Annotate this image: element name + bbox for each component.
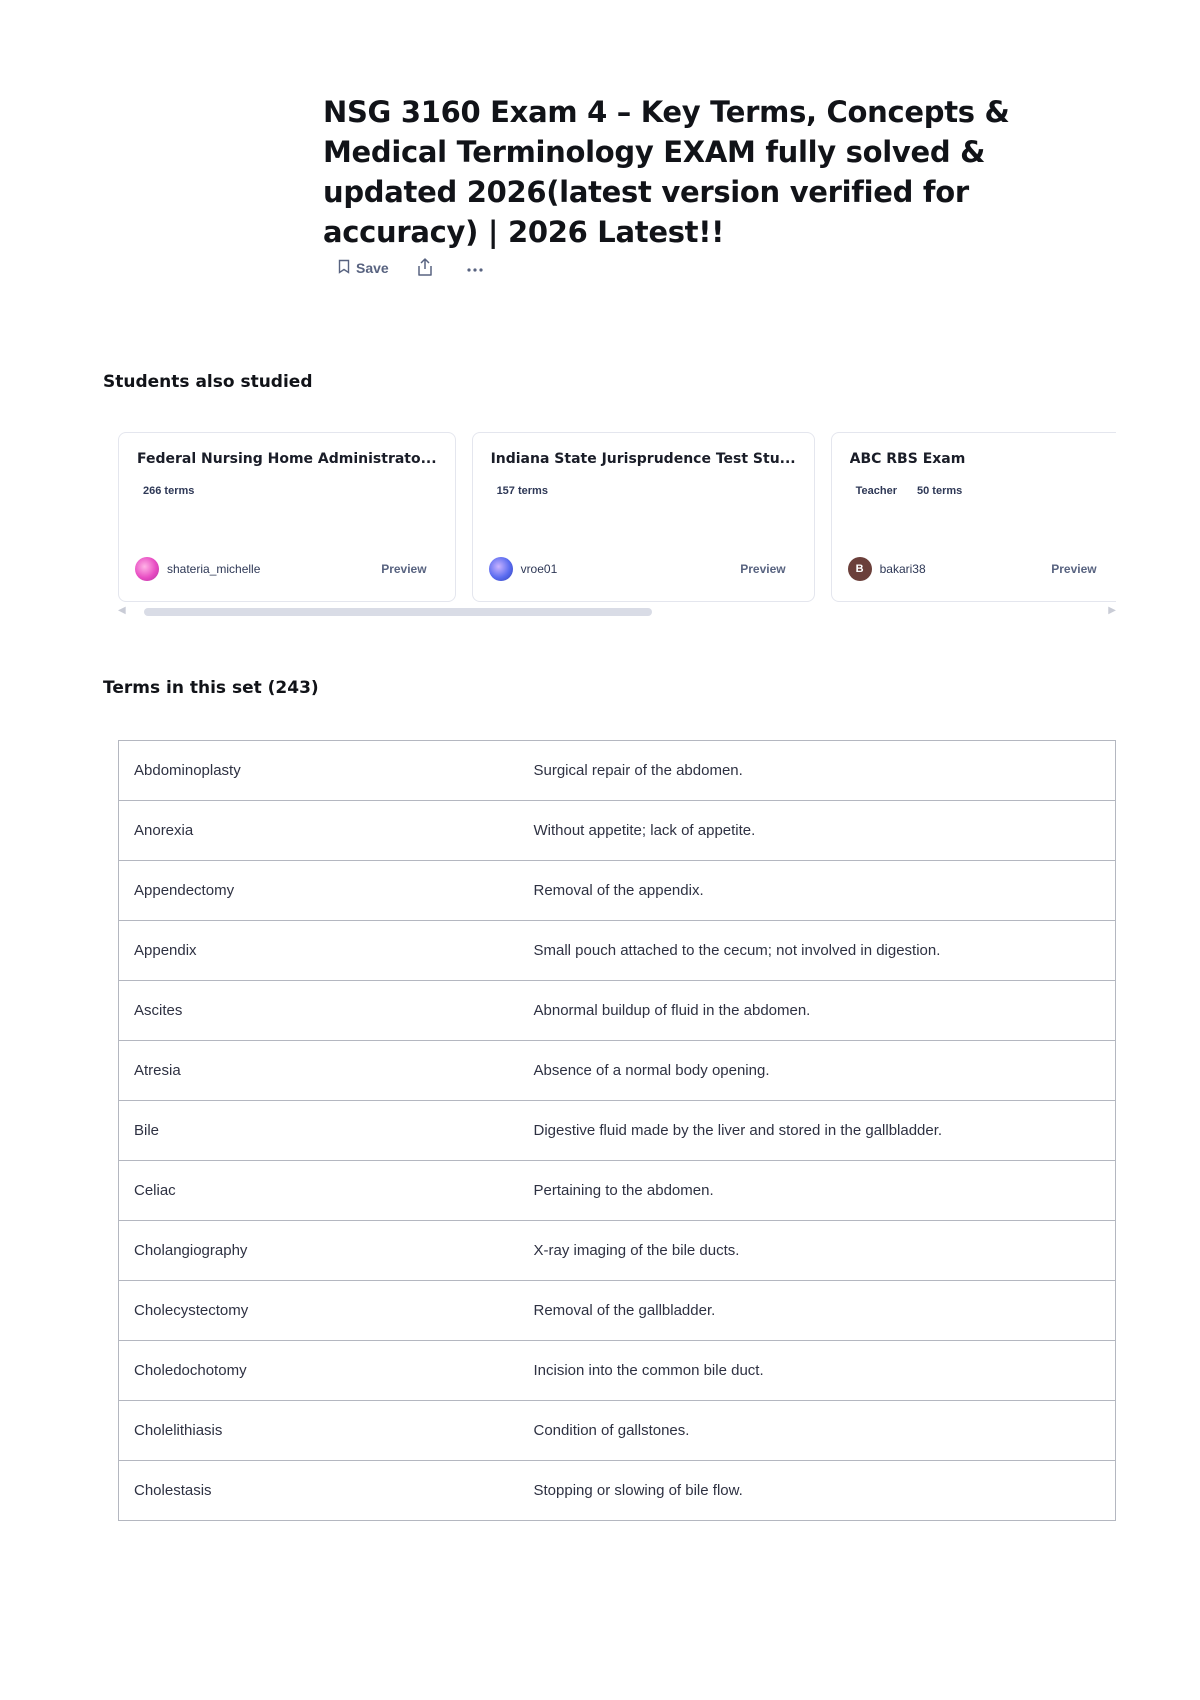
term-word: Anorexia	[134, 822, 194, 839]
more-icon	[466, 260, 484, 276]
title-actions: Save	[338, 254, 489, 282]
save-label: Save	[356, 260, 389, 276]
preview-button[interactable]: Preview	[381, 562, 426, 576]
save-button[interactable]: Save	[338, 259, 389, 277]
card-user[interactable]: Bbakari38	[847, 557, 926, 581]
term-row: Cholelithiasis Condition of gallstones.	[118, 1400, 1116, 1461]
term-definition: Stopping or slowing of bile flow.	[533, 1482, 743, 1499]
term-word: Appendix	[134, 942, 197, 959]
term-definition: Digestive fluid made by the liver and st…	[533, 1122, 943, 1139]
share-icon	[416, 257, 434, 280]
card-meta: 266 terms	[143, 485, 437, 497]
term-row: Appendix Small pouch attached to the cecu…	[118, 920, 1116, 981]
term-row: Celiac Pertaining to the abdomen.	[118, 1160, 1116, 1221]
term-definition: Abnormal buildup of fluid in the abdomen…	[533, 1002, 811, 1019]
more-options-button[interactable]	[461, 254, 489, 282]
studied-carousel[interactable]: Federal Nursing Home Administrato... 266 …	[118, 432, 1116, 604]
card-meta: 157 terms	[497, 485, 796, 497]
term-row: Cholangiography X-ray imaging of the bile…	[118, 1220, 1116, 1281]
term-row: Appendectomy Removal of the appendix.	[118, 860, 1116, 921]
card-title: Indiana State Jurisprudence Test Stu...	[490, 451, 796, 467]
term-word: Appendectomy	[134, 882, 235, 899]
card-username: shateria_michelle	[167, 562, 261, 576]
term-row: Bile Digestive fluid made by the liver an…	[118, 1100, 1116, 1161]
term-row: Choledochotomy Incision into the common b…	[118, 1340, 1116, 1401]
card-footer: shateria_michelle Preview	[135, 557, 427, 581]
term-word: Cholecystectomy	[134, 1302, 249, 1319]
term-definition: Removal of the gallbladder.	[533, 1302, 716, 1319]
preview-button[interactable]: Preview	[1051, 562, 1096, 576]
term-row: Abdominoplasty Surgical repair of the abd…	[118, 740, 1116, 801]
bookmark-icon	[338, 259, 350, 277]
studied-cards-track: Federal Nursing Home Administrato... 266 …	[118, 432, 1116, 602]
page: NSG 3160 Exam 4 – Key Terms, Concepts & …	[0, 0, 1200, 1700]
share-button[interactable]	[411, 254, 439, 282]
term-definition: Without appetite; lack of appetite.	[533, 822, 756, 839]
study-set-card[interactable]: Indiana State Jurisprudence Test Stu... 1…	[471, 432, 815, 602]
term-word: Ascites	[134, 1002, 183, 1019]
card-term-count: 266 terms	[143, 485, 195, 497]
term-word: Cholelithiasis	[134, 1422, 223, 1439]
card-meta: Teacher 50 terms	[856, 485, 1107, 497]
avatar: B	[847, 557, 872, 581]
term-word: Bile	[134, 1122, 160, 1139]
card-term-count: 157 terms	[496, 485, 548, 497]
card-user[interactable]: vroe01	[488, 557, 558, 581]
term-word: Choledochotomy	[134, 1362, 247, 1379]
term-row: Anorexia Without appetite; lack of appeti…	[118, 800, 1116, 861]
term-definition: Pertaining to the abdomen.	[533, 1182, 714, 1199]
study-set-card[interactable]: Federal Nursing Home Administrato... 266 …	[118, 432, 456, 602]
term-row: Atresia Absence of a normal body opening.	[118, 1040, 1116, 1101]
term-definition: X-ray imaging of the bile ducts.	[533, 1242, 740, 1259]
term-word: Cholestasis	[134, 1482, 212, 1499]
terms-table: Abdominoplasty Surgical repair of the abd…	[118, 740, 1116, 1521]
card-username: bakari38	[879, 562, 926, 576]
term-row: Cholecystectomy Removal of the gallbladde…	[118, 1280, 1116, 1341]
scroll-right-icon[interactable]: ▶	[1108, 605, 1116, 616]
card-title: ABC RBS Exam	[849, 451, 966, 467]
preview-button[interactable]: Preview	[740, 562, 785, 576]
term-definition: Condition of gallstones.	[533, 1422, 690, 1439]
term-definition: Incision into the common bile duct.	[533, 1362, 764, 1379]
term-word: Celiac	[134, 1182, 176, 1199]
scroll-left-icon[interactable]: ◀	[118, 605, 126, 616]
term-row: Ascites Abnormal buildup of fluid in the …	[118, 980, 1116, 1041]
term-definition: Absence of a normal body opening.	[533, 1062, 770, 1079]
card-footer: vroe01 Preview	[488, 557, 786, 581]
card-title: Federal Nursing Home Administrato...	[137, 451, 437, 467]
term-definition: Small pouch attached to the cecum; not i…	[533, 942, 941, 959]
term-word: Atresia	[134, 1062, 181, 1079]
card-username: vroe01	[520, 562, 558, 576]
card-term-count: 50 terms	[917, 485, 963, 497]
term-definition: Surgical repair of the abdomen.	[533, 762, 743, 779]
scrollbar-thumb[interactable]	[144, 608, 652, 616]
avatar	[135, 557, 159, 581]
terms-in-set-heading: Terms in this set (243)	[103, 678, 319, 698]
avatar	[488, 557, 513, 581]
students-also-studied-heading: Students also studied	[103, 372, 313, 392]
term-word: Cholangiography	[134, 1242, 248, 1259]
term-word: Abdominoplasty	[134, 762, 241, 779]
card-footer: Bbakari38 Preview	[847, 557, 1097, 581]
carousel-scrollbar[interactable]: ◀ ▶	[118, 605, 1116, 619]
page-title: NSG 3160 Exam 4 – Key Terms, Concepts & …	[323, 95, 1010, 249]
card-user[interactable]: shateria_michelle	[135, 557, 260, 581]
study-set-card[interactable]: ABC RBS Exam Teacher 50 terms Bbakari38 Prev…	[830, 432, 1116, 602]
card-role: Teacher	[855, 485, 897, 497]
term-row: Cholestasis Stopping or slowing of bile f…	[118, 1460, 1116, 1521]
term-definition: Removal of the appendix.	[533, 882, 704, 899]
